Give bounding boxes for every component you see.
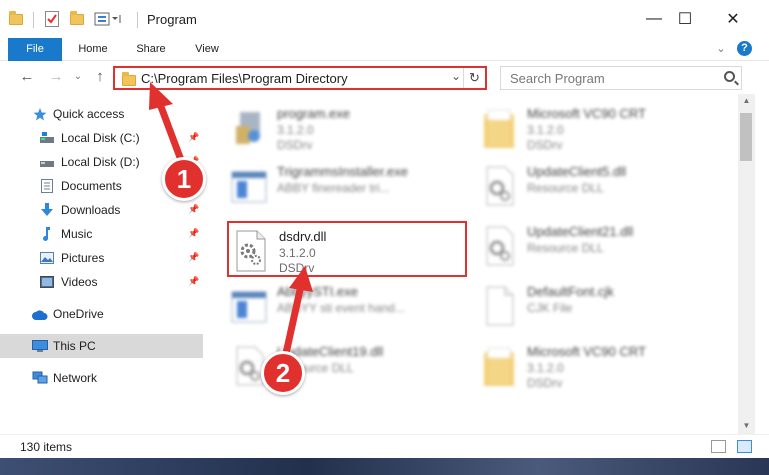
- sidebar-item-network[interactable]: Network: [0, 366, 203, 390]
- vertical-scrollbar[interactable]: ▲ ▼: [738, 94, 755, 434]
- ribbon-tabs: File Home Share View ⌄ ?: [0, 38, 769, 61]
- explorer-window: Program — ☐ ✕ File Home Share View ⌄ ? ←…: [0, 0, 769, 458]
- window-title: Program: [147, 12, 197, 27]
- file-company: DSDrv: [279, 261, 315, 275]
- tab-home[interactable]: Home: [70, 38, 116, 61]
- address-path[interactable]: C:\Program Files\Program Directory: [141, 71, 348, 86]
- sidebar-item-label: Local Disk (D:): [61, 155, 140, 169]
- file-name: dsdrv.dll: [279, 229, 327, 244]
- address-dropdown-icon[interactable]: ⌄: [451, 69, 461, 83]
- documents-icon: [41, 179, 55, 193]
- tab-share[interactable]: Share: [128, 38, 174, 61]
- file-item[interactable]: TrigrammsInstaller.exe ABBY finereader t…: [227, 158, 467, 214]
- search-input[interactable]: [501, 67, 719, 89]
- sidebar-item-label: Music: [61, 227, 93, 241]
- pictures-icon: [40, 252, 54, 264]
- help-icon[interactable]: ?: [737, 41, 752, 56]
- back-arrow-icon[interactable]: ←: [17, 67, 37, 87]
- videos-icon: [40, 276, 54, 288]
- file-item[interactable]: UpdateClient5.dll Resource DLL: [477, 158, 717, 214]
- sidebar-item-local-disk-c[interactable]: Local Disk (C:) 📌: [0, 126, 203, 150]
- sidebar-item-label: Documents: [61, 179, 122, 193]
- download-arrow-icon: [40, 203, 54, 216]
- computer-monitor-icon: [32, 340, 48, 352]
- forward-arrow-icon[interactable]: →: [46, 67, 66, 87]
- file-item[interactable]: Microsoft VC90 CRT 3.1.2.0 DSDrv: [477, 100, 717, 156]
- sidebar-item-label: Network: [53, 371, 98, 385]
- sidebar-item-onedrive[interactable]: OneDrive: [0, 302, 203, 326]
- sidebar-item-label: Videos: [61, 275, 98, 289]
- scroll-down-icon[interactable]: ▼: [738, 421, 755, 430]
- sidebar-item-label: Downloads: [61, 203, 121, 217]
- maximize-button[interactable]: ☐: [662, 0, 708, 38]
- drive-icon: [40, 157, 54, 169]
- recent-locations-chevron-icon[interactable]: ⌄: [68, 67, 88, 87]
- sidebar-item-label: OneDrive: [53, 307, 104, 321]
- tab-view[interactable]: View: [184, 38, 230, 61]
- desktop-background: [0, 458, 769, 475]
- properties-icon[interactable]: [44, 9, 60, 29]
- folder-icon: [9, 9, 23, 29]
- file-item[interactable]: UpdateClient21.dll Resource DLL: [477, 218, 717, 274]
- step-callout-1: 1: [162, 157, 206, 201]
- star-icon: [33, 108, 47, 121]
- item-count: 130 items: [20, 440, 73, 454]
- app-window-icon: [231, 171, 267, 203]
- blank-file-icon: [486, 286, 514, 326]
- pin-icon[interactable]: 📌: [188, 204, 199, 215]
- exe-icon: [236, 112, 260, 144]
- sidebar-item-this-pc[interactable]: This PC: [0, 334, 203, 358]
- address-bar[interactable]: C:\Program Files\Program Directory ⌄ ↻: [113, 66, 487, 90]
- drive-icon: [40, 132, 54, 144]
- folder-icon: [484, 109, 514, 148]
- pin-icon[interactable]: 📌: [188, 276, 199, 287]
- file-item[interactable]: program.exe 3.1.2.0 DSDrv: [227, 100, 467, 156]
- new-folder-icon[interactable]: [70, 9, 84, 29]
- network-icon: [32, 371, 48, 384]
- refresh-icon[interactable]: ↻: [463, 68, 485, 88]
- title-bar: Program — ☐ ✕: [0, 0, 769, 38]
- file-item[interactable]: Microsoft VC90 CRT 3.1.2.0 DSDrv: [477, 338, 717, 394]
- tiles-view-icon[interactable]: [737, 440, 752, 453]
- dll-icon: [486, 226, 514, 266]
- details-view-icon[interactable]: [711, 440, 726, 453]
- sidebar-item-quick-access[interactable]: Quick access: [0, 102, 203, 126]
- tab-file[interactable]: File: [8, 38, 62, 61]
- music-note-icon: [41, 227, 55, 241]
- app-window-icon: [231, 291, 267, 323]
- sidebar-item-label: This PC: [53, 339, 96, 353]
- pin-icon[interactable]: 📌: [188, 228, 199, 239]
- sidebar-item-label: Pictures: [61, 251, 105, 265]
- folder-icon: [484, 347, 514, 386]
- up-arrow-icon[interactable]: ↑: [90, 67, 110, 87]
- pin-icon[interactable]: 📌: [188, 252, 199, 263]
- sidebar-item-label: Local Disk (C:): [61, 131, 140, 145]
- sidebar-item-music[interactable]: Music 📌: [0, 222, 203, 246]
- step-callout-2: 2: [261, 351, 305, 395]
- sidebar-item-label: Quick access: [53, 107, 125, 121]
- navigation-pane: Quick access Local Disk (C:) 📌 Local Dis…: [0, 94, 205, 434]
- address-folder-icon: [122, 72, 136, 86]
- dll-icon: [486, 166, 514, 206]
- sidebar-item-downloads[interactable]: Downloads 📌: [0, 198, 203, 222]
- navigation-bar: ← → ⌄ ↑ C:\Program Files\Program Directo…: [0, 61, 769, 94]
- file-version: 3.1.2.0: [279, 246, 316, 260]
- pin-icon[interactable]: 📌: [188, 132, 199, 143]
- expand-ribbon-icon[interactable]: ⌄: [714, 38, 728, 61]
- file-item[interactable]: AbbyySTI.exe ABBYY sti event hand...: [227, 278, 467, 334]
- dll-gear-icon: [236, 230, 266, 272]
- search-icon[interactable]: [724, 71, 735, 82]
- close-button[interactable]: ✕: [710, 0, 756, 38]
- search-box[interactable]: [500, 66, 742, 90]
- status-bar: 130 items: [0, 434, 769, 458]
- file-item[interactable]: DefaultFont.cjk CJK File: [477, 278, 717, 334]
- sidebar-item-pictures[interactable]: Pictures 📌: [0, 246, 203, 270]
- scroll-thumb[interactable]: [740, 113, 752, 161]
- customize-toolbar-icon[interactable]: [94, 9, 124, 29]
- file-item-dsdrv-dll[interactable]: dsdrv.dll 3.1.2.0 DSDrv: [227, 221, 467, 277]
- scroll-up-icon[interactable]: ▲: [738, 96, 755, 105]
- cloud-icon: [32, 309, 48, 321]
- sidebar-item-videos[interactable]: Videos 📌: [0, 270, 203, 294]
